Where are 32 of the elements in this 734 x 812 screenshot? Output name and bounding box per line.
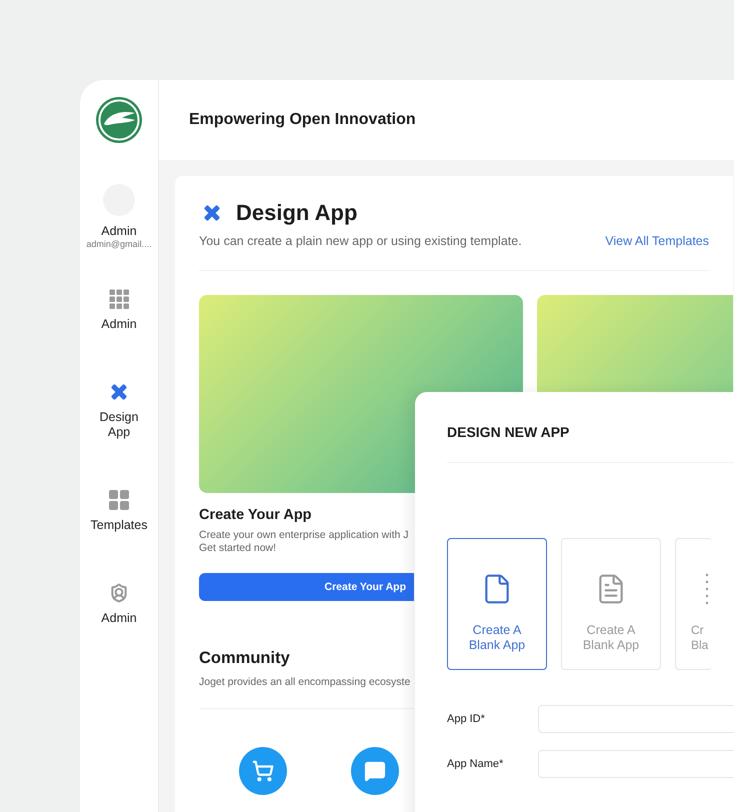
shield-user-icon xyxy=(109,583,129,603)
dotted-line-icon xyxy=(705,573,709,605)
sidebar-item[interactable]: Admin xyxy=(89,583,149,626)
profile-email: admin@gmail.... xyxy=(86,239,152,249)
page-title: Design App xyxy=(236,200,358,226)
create-description: Create your own enterprise application with J Get started now! xyxy=(199,529,410,555)
sidebar-item[interactable]: Design App xyxy=(89,382,149,440)
sidebar-item[interactable]: Templates xyxy=(89,490,149,533)
sidebar-item[interactable]: Admin xyxy=(89,289,149,332)
field-label: App Name* xyxy=(447,758,504,770)
create-app-button[interactable]: Create Your App xyxy=(199,573,414,601)
header-title: Empowering Open Innovation xyxy=(189,111,416,129)
dialog-title: DESIGN NEW APP xyxy=(447,424,734,463)
chat-button[interactable] xyxy=(351,747,399,795)
cart-button[interactable] xyxy=(239,747,287,795)
template-option[interactable]: Create A Blank App xyxy=(447,538,547,670)
template-option[interactable]: Cr Bla xyxy=(675,538,712,670)
logo-icon xyxy=(95,96,143,144)
view-templates-link[interactable]: View All Templates xyxy=(605,234,709,248)
field-label: App ID* xyxy=(447,713,486,725)
create-title: Create Your App xyxy=(199,507,313,523)
community-title: Community xyxy=(199,649,291,668)
grid-icon xyxy=(109,289,129,309)
text-field[interactable] xyxy=(538,750,734,778)
chat-icon xyxy=(364,760,386,782)
text-field[interactable] xyxy=(538,705,734,733)
template-option[interactable]: Create A Blank App xyxy=(561,538,661,670)
community-description: Joget provides an all encompassing ecosyste xyxy=(199,676,414,709)
cart-icon xyxy=(252,760,274,782)
profile-name: Admin xyxy=(101,224,137,238)
tiles-icon xyxy=(109,490,129,510)
page-subtitle: You can create a plain new app or using existing template. xyxy=(199,234,522,248)
